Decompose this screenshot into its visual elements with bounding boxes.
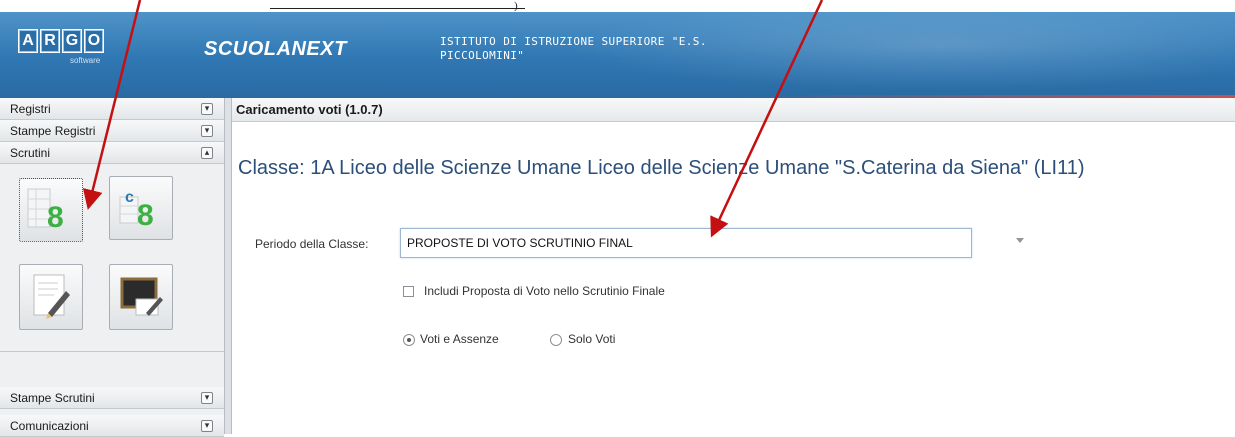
logo-letter-g: G bbox=[62, 29, 82, 53]
menu-registri[interactable]: Registri ▾ bbox=[0, 98, 224, 120]
menu-stampe-scrutini[interactable]: Stampe Scrutini ▾ bbox=[0, 387, 224, 409]
period-label: Periodo della Classe: bbox=[255, 237, 369, 251]
argo-logo[interactable]: A R G O bbox=[18, 29, 104, 53]
menu-stampe-registri[interactable]: Stampe Registri ▾ bbox=[0, 120, 224, 142]
refresh-glyph: c bbox=[125, 189, 134, 206]
radio-voti-assenze-label: Voti e Assenze bbox=[420, 332, 499, 346]
expand-icon[interactable]: ▾ bbox=[201, 420, 213, 432]
notes-edit-button[interactable] bbox=[19, 264, 83, 330]
collapse-icon[interactable]: ▴ bbox=[201, 147, 213, 159]
logo-letter-r: R bbox=[40, 29, 60, 53]
grade-digit: 8 bbox=[47, 201, 64, 234]
logo-subtitle: software bbox=[70, 56, 101, 65]
sidebar: Registri ▾ Stampe Registri ▾ Scrutini ▴ … bbox=[0, 98, 225, 437]
school-name-line2: PICCOLOMINI" bbox=[440, 49, 525, 62]
period-combobox[interactable]: PROPOSTE DI VOTO SCRUTINIO FINAL bbox=[400, 228, 972, 258]
logo-letter-a: A bbox=[18, 29, 38, 53]
logo-letter-o: O bbox=[84, 29, 104, 53]
annotation-fragment: ) bbox=[514, 0, 518, 12]
expand-icon[interactable]: ▾ bbox=[201, 103, 213, 115]
include-proposal-checkbox[interactable] bbox=[403, 286, 414, 297]
grade-entry-icon: 8 bbox=[27, 188, 64, 234]
include-proposal-label: Includi Proposta di Voto nello Scrutinio… bbox=[424, 284, 665, 298]
expand-icon[interactable]: ▾ bbox=[201, 125, 213, 137]
top-strip bbox=[0, 0, 1235, 12]
menu-scrutini[interactable]: Scrutini ▴ bbox=[0, 142, 224, 164]
grade-refresh-button[interactable]: c 8 bbox=[109, 176, 173, 240]
blackboard-edit-button[interactable] bbox=[109, 264, 173, 330]
chevron-down-icon[interactable] bbox=[1016, 238, 1024, 243]
menu-label: Registri bbox=[10, 102, 51, 116]
menu-label: Scrutini bbox=[10, 146, 51, 160]
menu-label: Stampe Scrutini bbox=[10, 391, 95, 405]
menu-label: Comunicazioni bbox=[10, 419, 89, 433]
radio-voti-assenze[interactable] bbox=[403, 334, 415, 346]
panel-title: Caricamento voti (1.0.7) bbox=[232, 98, 1235, 122]
expand-icon[interactable]: ▾ bbox=[201, 392, 213, 404]
annotation-underline bbox=[270, 8, 525, 9]
radio-solo-voti[interactable] bbox=[550, 334, 562, 346]
app-header: A R G O software SCUOLANEXT ISTITUTO DI … bbox=[0, 12, 1235, 98]
scrutini-panel: 8 c 8 bbox=[0, 164, 224, 352]
radio-selected-dot bbox=[407, 338, 411, 342]
school-name-line1: ISTITUTO DI ISTRUZIONE SUPERIORE "E.S. bbox=[440, 35, 707, 48]
class-title: Classe: 1A Liceo delle Scienze Umane Lic… bbox=[238, 157, 1085, 179]
grade-entry-button[interactable]: 8 bbox=[19, 178, 83, 242]
blackboard-edit-icon bbox=[120, 277, 163, 316]
grade-refresh-icon: c 8 bbox=[119, 189, 154, 232]
grade-digit: 8 bbox=[137, 199, 154, 232]
app-name: SCUOLANEXT bbox=[204, 38, 347, 60]
menu-label: Stampe Registri bbox=[10, 124, 96, 138]
school-name: ISTITUTO DI ISTRUZIONE SUPERIORE "E.S. P… bbox=[440, 35, 820, 63]
notes-edit-icon bbox=[33, 274, 70, 319]
radio-solo-voti-label: Solo Voti bbox=[568, 332, 616, 346]
panel-splitter[interactable] bbox=[225, 98, 232, 434]
